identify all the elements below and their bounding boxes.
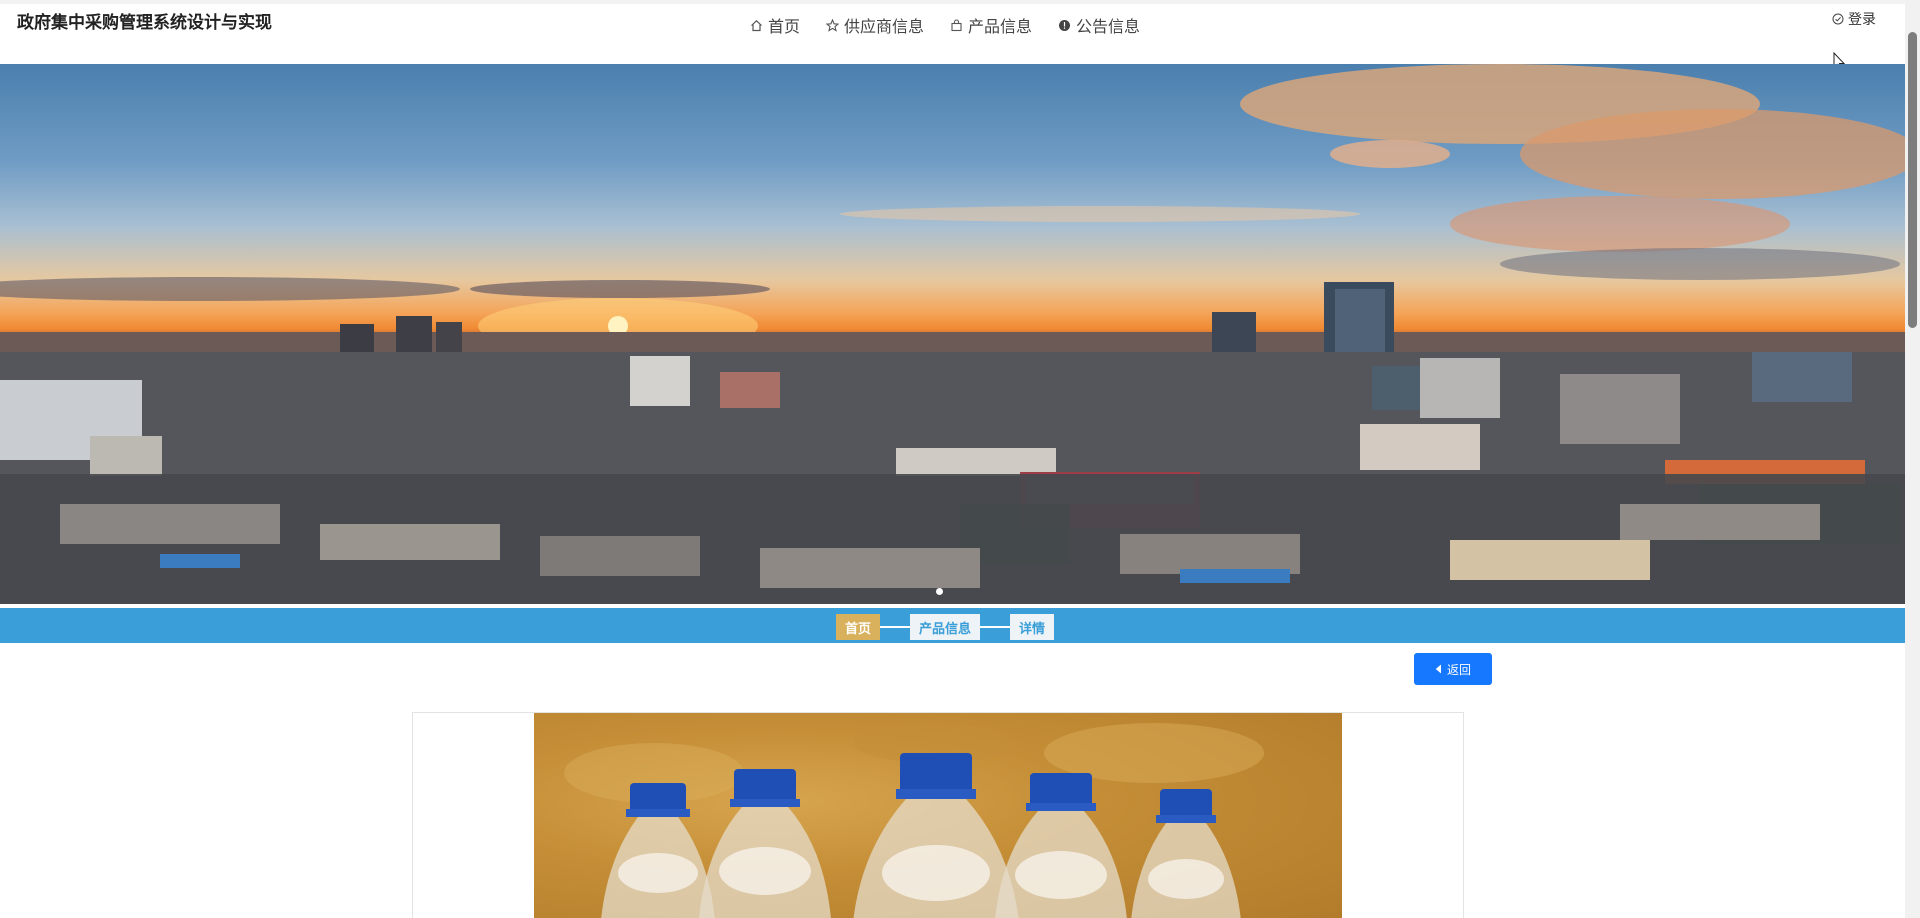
site-title: 政府集中采购管理系统设计与实现 <box>17 13 272 33</box>
nav-label: 公告信息 <box>1076 17 1141 36</box>
breadcrumb-detail[interactable]: 详情 <box>1010 614 1055 640</box>
nav-label: 供应商信息 <box>844 17 925 36</box>
hero-banner[interactable] <box>0 64 1905 604</box>
breadcrumb-connector <box>980 626 1011 628</box>
page: 政府集中采购管理系统设计与实现 首页 供应商信息 产品信息 公告信息 登录 首页… <box>0 0 1920 918</box>
water-bottles-image <box>564 723 1264 918</box>
nav-item-suppliers[interactable]: 供应商信息 <box>826 13 924 37</box>
breadcrumb: 首页 产品信息 详情 <box>836 614 1055 640</box>
check-circle-icon <box>1832 13 1844 25</box>
nav-item-home[interactable]: 首页 <box>750 13 800 37</box>
login-link[interactable]: 登录 <box>1832 9 1876 29</box>
nav-label: 首页 <box>768 17 801 36</box>
breadcrumb-home[interactable]: 首页 <box>836 614 881 640</box>
page-scrollbar[interactable] <box>1905 0 1920 918</box>
breadcrumb-products[interactable]: 产品信息 <box>910 614 981 640</box>
main-nav: 首页 供应商信息 产品信息 公告信息 <box>750 13 1140 37</box>
caret-left-icon <box>1435 664 1441 674</box>
back-button-label: 返回 <box>1446 662 1471 677</box>
breadcrumb-connector <box>880 626 911 628</box>
login-label: 登录 <box>1848 12 1876 28</box>
home-icon <box>751 19 762 31</box>
scrollbar-thumb[interactable] <box>1908 32 1917 328</box>
nav-item-notices[interactable]: 公告信息 <box>1058 13 1140 37</box>
star-icon <box>826 18 840 32</box>
product-image <box>534 713 1342 918</box>
nav-item-products[interactable]: 产品信息 <box>950 13 1032 37</box>
top-border <box>0 0 1920 4</box>
nav-label: 产品信息 <box>968 17 1033 36</box>
back-button[interactable]: 返回 <box>1414 653 1492 685</box>
info-icon <box>1059 19 1071 31</box>
carousel-dot[interactable] <box>936 588 943 595</box>
city-skyline-image <box>0 64 1905 604</box>
bag-icon <box>951 18 962 31</box>
